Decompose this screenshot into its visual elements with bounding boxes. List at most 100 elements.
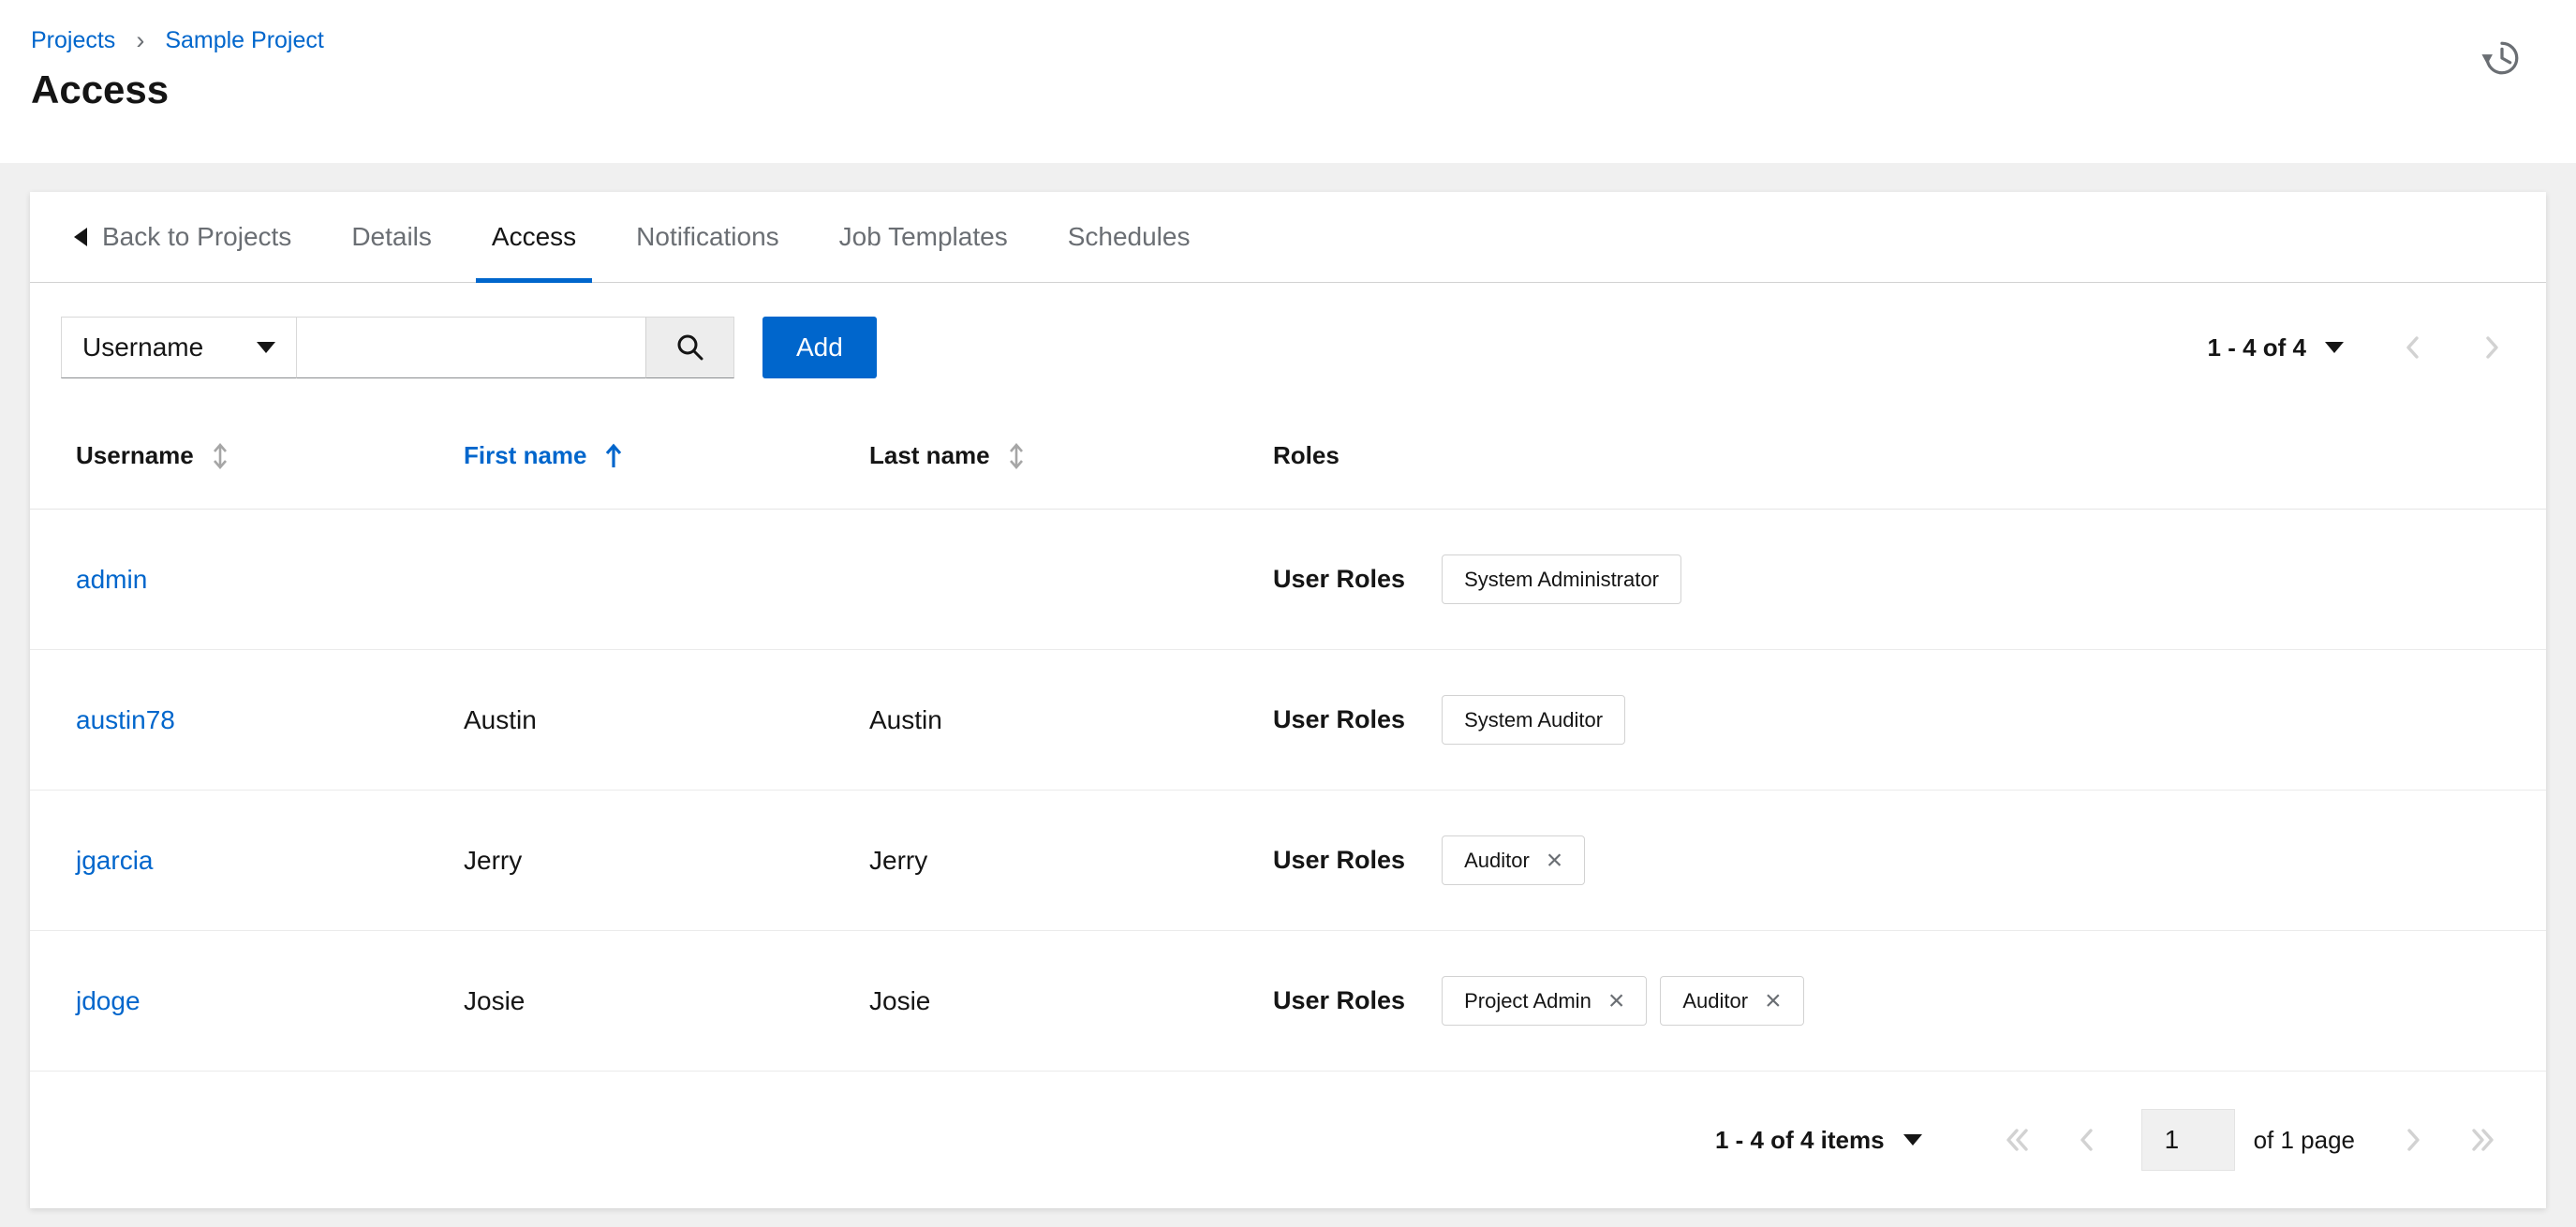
first-page-button[interactable] (2003, 1125, 2031, 1155)
tab-label: Details (351, 222, 432, 251)
breadcrumb-separator-icon: › (136, 25, 145, 54)
user-roles-label: User Roles (1273, 565, 1406, 593)
remove-role-icon[interactable]: × (1547, 846, 1563, 875)
remove-role-icon[interactable]: × (1765, 986, 1782, 1015)
role-chip-label: Auditor (1682, 988, 1749, 1013)
column-header-roles: Roles (1273, 441, 2501, 470)
current-page-input[interactable] (2140, 1109, 2235, 1171)
table-body: admin User Roles System Administrator au… (30, 510, 2546, 1072)
roles-cell: User Roles System Auditor (1273, 695, 2501, 745)
tab-label: Back to Projects (102, 222, 292, 251)
roles-cell: User Roles Auditor × (1273, 835, 2501, 885)
last-name-cell: Jerry (869, 845, 928, 875)
table-row: jdoge Josie Josie User Roles Project Adm… (30, 931, 2546, 1072)
last-name-cell: Josie (869, 985, 931, 1015)
first-name-cell: Austin (464, 704, 537, 734)
chevron-down-icon (2325, 342, 2344, 353)
table-row: jgarcia Jerry Jerry User Roles Auditor × (30, 791, 2546, 931)
angle-left-icon (2080, 1129, 2093, 1151)
pagination-top: 1 - 4 of 4 (2208, 333, 2501, 362)
next-page-button[interactable] (2482, 333, 2501, 362)
role-chip-label: Auditor (1464, 848, 1530, 872)
column-label: Roles (1273, 441, 1340, 469)
role-chip: Auditor × (1442, 835, 1586, 885)
role-chips: Project Admin × Auditor × (1442, 976, 1804, 1026)
username-cell: jdoge (76, 986, 464, 1016)
username-link[interactable]: jgarcia (76, 846, 153, 875)
page-count-label: of 1 page (2253, 1125, 2355, 1154)
first-name-cell: Jerry (464, 845, 523, 875)
angle-right-icon (2407, 1129, 2420, 1151)
breadcrumb-projects-link[interactable]: Projects (31, 27, 115, 54)
role-chips: System Auditor (1442, 695, 1626, 745)
items-per-page-dropdown[interactable]: 1 - 4 of 4 items (1715, 1126, 1922, 1155)
column-header-username[interactable]: Username (76, 441, 464, 471)
sort-both-icon[interactable] (1007, 441, 1026, 471)
role-chip-label: System Administrator (1464, 567, 1659, 591)
role-chips: System Administrator (1442, 554, 1681, 604)
search-input[interactable] (297, 317, 645, 378)
tab-back-to-projects[interactable]: Back to Projects (44, 192, 321, 282)
tab-notifications[interactable]: Notifications (606, 192, 809, 282)
username-link[interactable]: austin78 (76, 705, 175, 734)
next-page-button[interactable] (2404, 1125, 2422, 1155)
prev-page-button[interactable] (2404, 333, 2422, 362)
caret-left-icon (74, 228, 87, 246)
history-icon[interactable] (2480, 37, 2524, 81)
tab-label: Access (491, 222, 577, 251)
roles-cell: User Roles Project Admin × Auditor × (1273, 976, 2501, 1026)
role-chip-label: System Auditor (1464, 707, 1604, 732)
role-chip: System Auditor (1442, 695, 1626, 745)
column-label: Last name (869, 441, 990, 469)
roles-cell: User Roles System Administrator (1273, 554, 2501, 604)
search-icon (677, 334, 703, 361)
chevron-down-icon (1902, 1134, 1922, 1146)
breadcrumb: Projects › Sample Project (31, 24, 2576, 56)
toolbar: Username Add 1 - 4 of 4 (30, 283, 2546, 403)
username-link[interactable]: admin (76, 565, 147, 594)
tab-label: Schedules (1067, 222, 1191, 251)
angle-right-icon (2486, 336, 2498, 359)
prev-page-button[interactable] (2078, 1125, 2096, 1155)
role-chips: Auditor × (1442, 835, 1586, 885)
username-cell: jgarcia (76, 846, 464, 876)
user-roles-label: User Roles (1273, 986, 1406, 1014)
username-cell: austin78 (76, 705, 464, 735)
tab-details[interactable]: Details (321, 192, 462, 282)
tab-bar: Back to Projects Details Access Notifica… (30, 192, 2546, 283)
remove-role-icon[interactable]: × (1608, 986, 1625, 1015)
username-link[interactable]: jdoge (76, 986, 141, 1015)
username-cell: admin (76, 565, 464, 595)
page: Projects › Sample Project Access Back to… (0, 0, 2576, 1227)
filter-type-select[interactable]: Username (61, 317, 297, 378)
double-angle-left-icon (2006, 1129, 2028, 1151)
last-page-button[interactable] (2469, 1125, 2497, 1155)
column-header-last-name[interactable]: Last name (869, 441, 1273, 471)
per-page-dropdown[interactable]: 1 - 4 of 4 (2208, 333, 2344, 362)
column-label: Username (76, 441, 194, 469)
page-title: Access (31, 67, 170, 111)
table-row: admin User Roles System Administrator (30, 510, 2546, 650)
tab-label: Notifications (636, 222, 779, 251)
main-content: Back to Projects Details Access Notifica… (0, 163, 2576, 1208)
sort-ascending-icon[interactable] (604, 441, 623, 471)
clock-rotate-left-icon (2481, 41, 2519, 75)
items-range: 1 - 4 of 4 items (1714, 1125, 1885, 1154)
first-name-cell: Josie (464, 985, 526, 1015)
tab-access[interactable]: Access (462, 192, 606, 283)
breadcrumb-sample-project-link[interactable]: Sample Project (165, 27, 324, 54)
access-card: Back to Projects Details Access Notifica… (30, 192, 2546, 1208)
tab-job-templates[interactable]: Job Templates (809, 192, 1038, 282)
role-chip: System Administrator (1442, 554, 1681, 604)
role-chip-label: Project Admin (1464, 988, 1591, 1013)
add-button[interactable]: Add (762, 317, 877, 378)
sort-both-icon[interactable] (211, 441, 229, 471)
search-button[interactable] (645, 317, 734, 378)
last-name-cell: Austin (869, 704, 942, 734)
column-header-first-name[interactable]: First name (464, 441, 869, 471)
role-chip: Auditor × (1660, 976, 1804, 1026)
user-roles-label: User Roles (1273, 846, 1406, 874)
tab-schedules[interactable]: Schedules (1038, 192, 1221, 282)
pagination-range: 1 - 4 of 4 (2207, 333, 2306, 362)
table-row: austin78 Austin Austin User Roles System… (30, 650, 2546, 791)
